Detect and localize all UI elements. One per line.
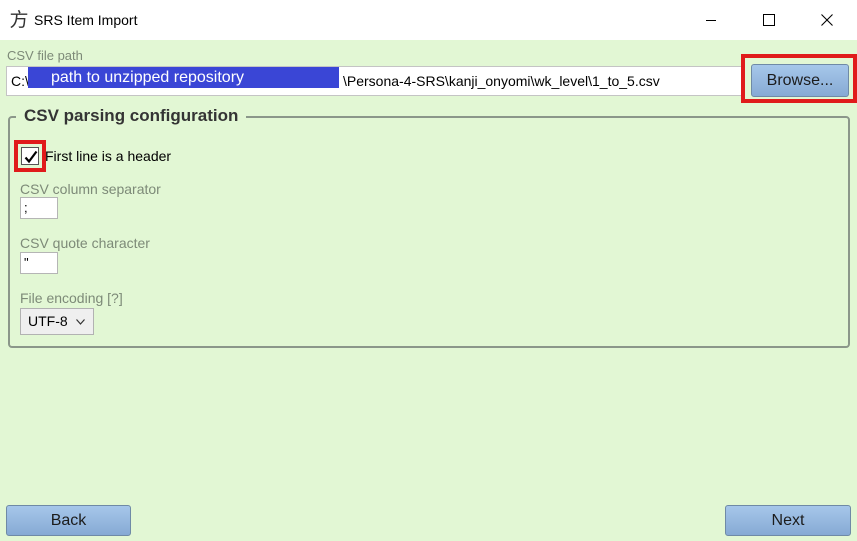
maximize-icon [763, 14, 775, 26]
header-checkbox-label[interactable]: First line is a header [45, 148, 171, 164]
app-kanji-icon: 方 [9, 9, 29, 31]
close-icon [821, 14, 833, 26]
minimize-button[interactable] [682, 0, 740, 40]
chevron-down-icon [76, 319, 85, 325]
quote-input[interactable]: " [20, 252, 58, 274]
path-prefix: C:\ [11, 73, 29, 89]
next-button[interactable]: Next [725, 505, 851, 536]
maximize-button[interactable] [740, 0, 798, 40]
window-title: SRS Item Import [34, 12, 138, 28]
encoding-label[interactable]: File encoding [?] [20, 290, 123, 306]
csv-path-label: CSV file path [7, 48, 83, 63]
header-checkbox[interactable] [21, 147, 39, 165]
close-button[interactable] [798, 0, 856, 40]
back-button[interactable]: Back [6, 505, 131, 536]
path-suffix: \Persona-4-SRS\kanji_onyomi\wk_level\1_t… [343, 73, 660, 89]
encoding-value: UTF-8 [28, 313, 68, 329]
csv-config-title: CSV parsing configuration [16, 106, 247, 126]
checkmark-icon [24, 150, 38, 164]
minimize-icon [706, 20, 716, 21]
quote-label: CSV quote character [20, 235, 150, 251]
title-bar: 方 SRS Item Import [0, 0, 857, 40]
browse-button[interactable]: Browse... [751, 64, 849, 97]
redacted-path-segment: path to unzipped repository [28, 67, 339, 88]
separator-input[interactable]: ; [20, 197, 58, 219]
encoding-select[interactable]: UTF-8 [20, 308, 94, 335]
separator-label: CSV column separator [20, 181, 161, 197]
